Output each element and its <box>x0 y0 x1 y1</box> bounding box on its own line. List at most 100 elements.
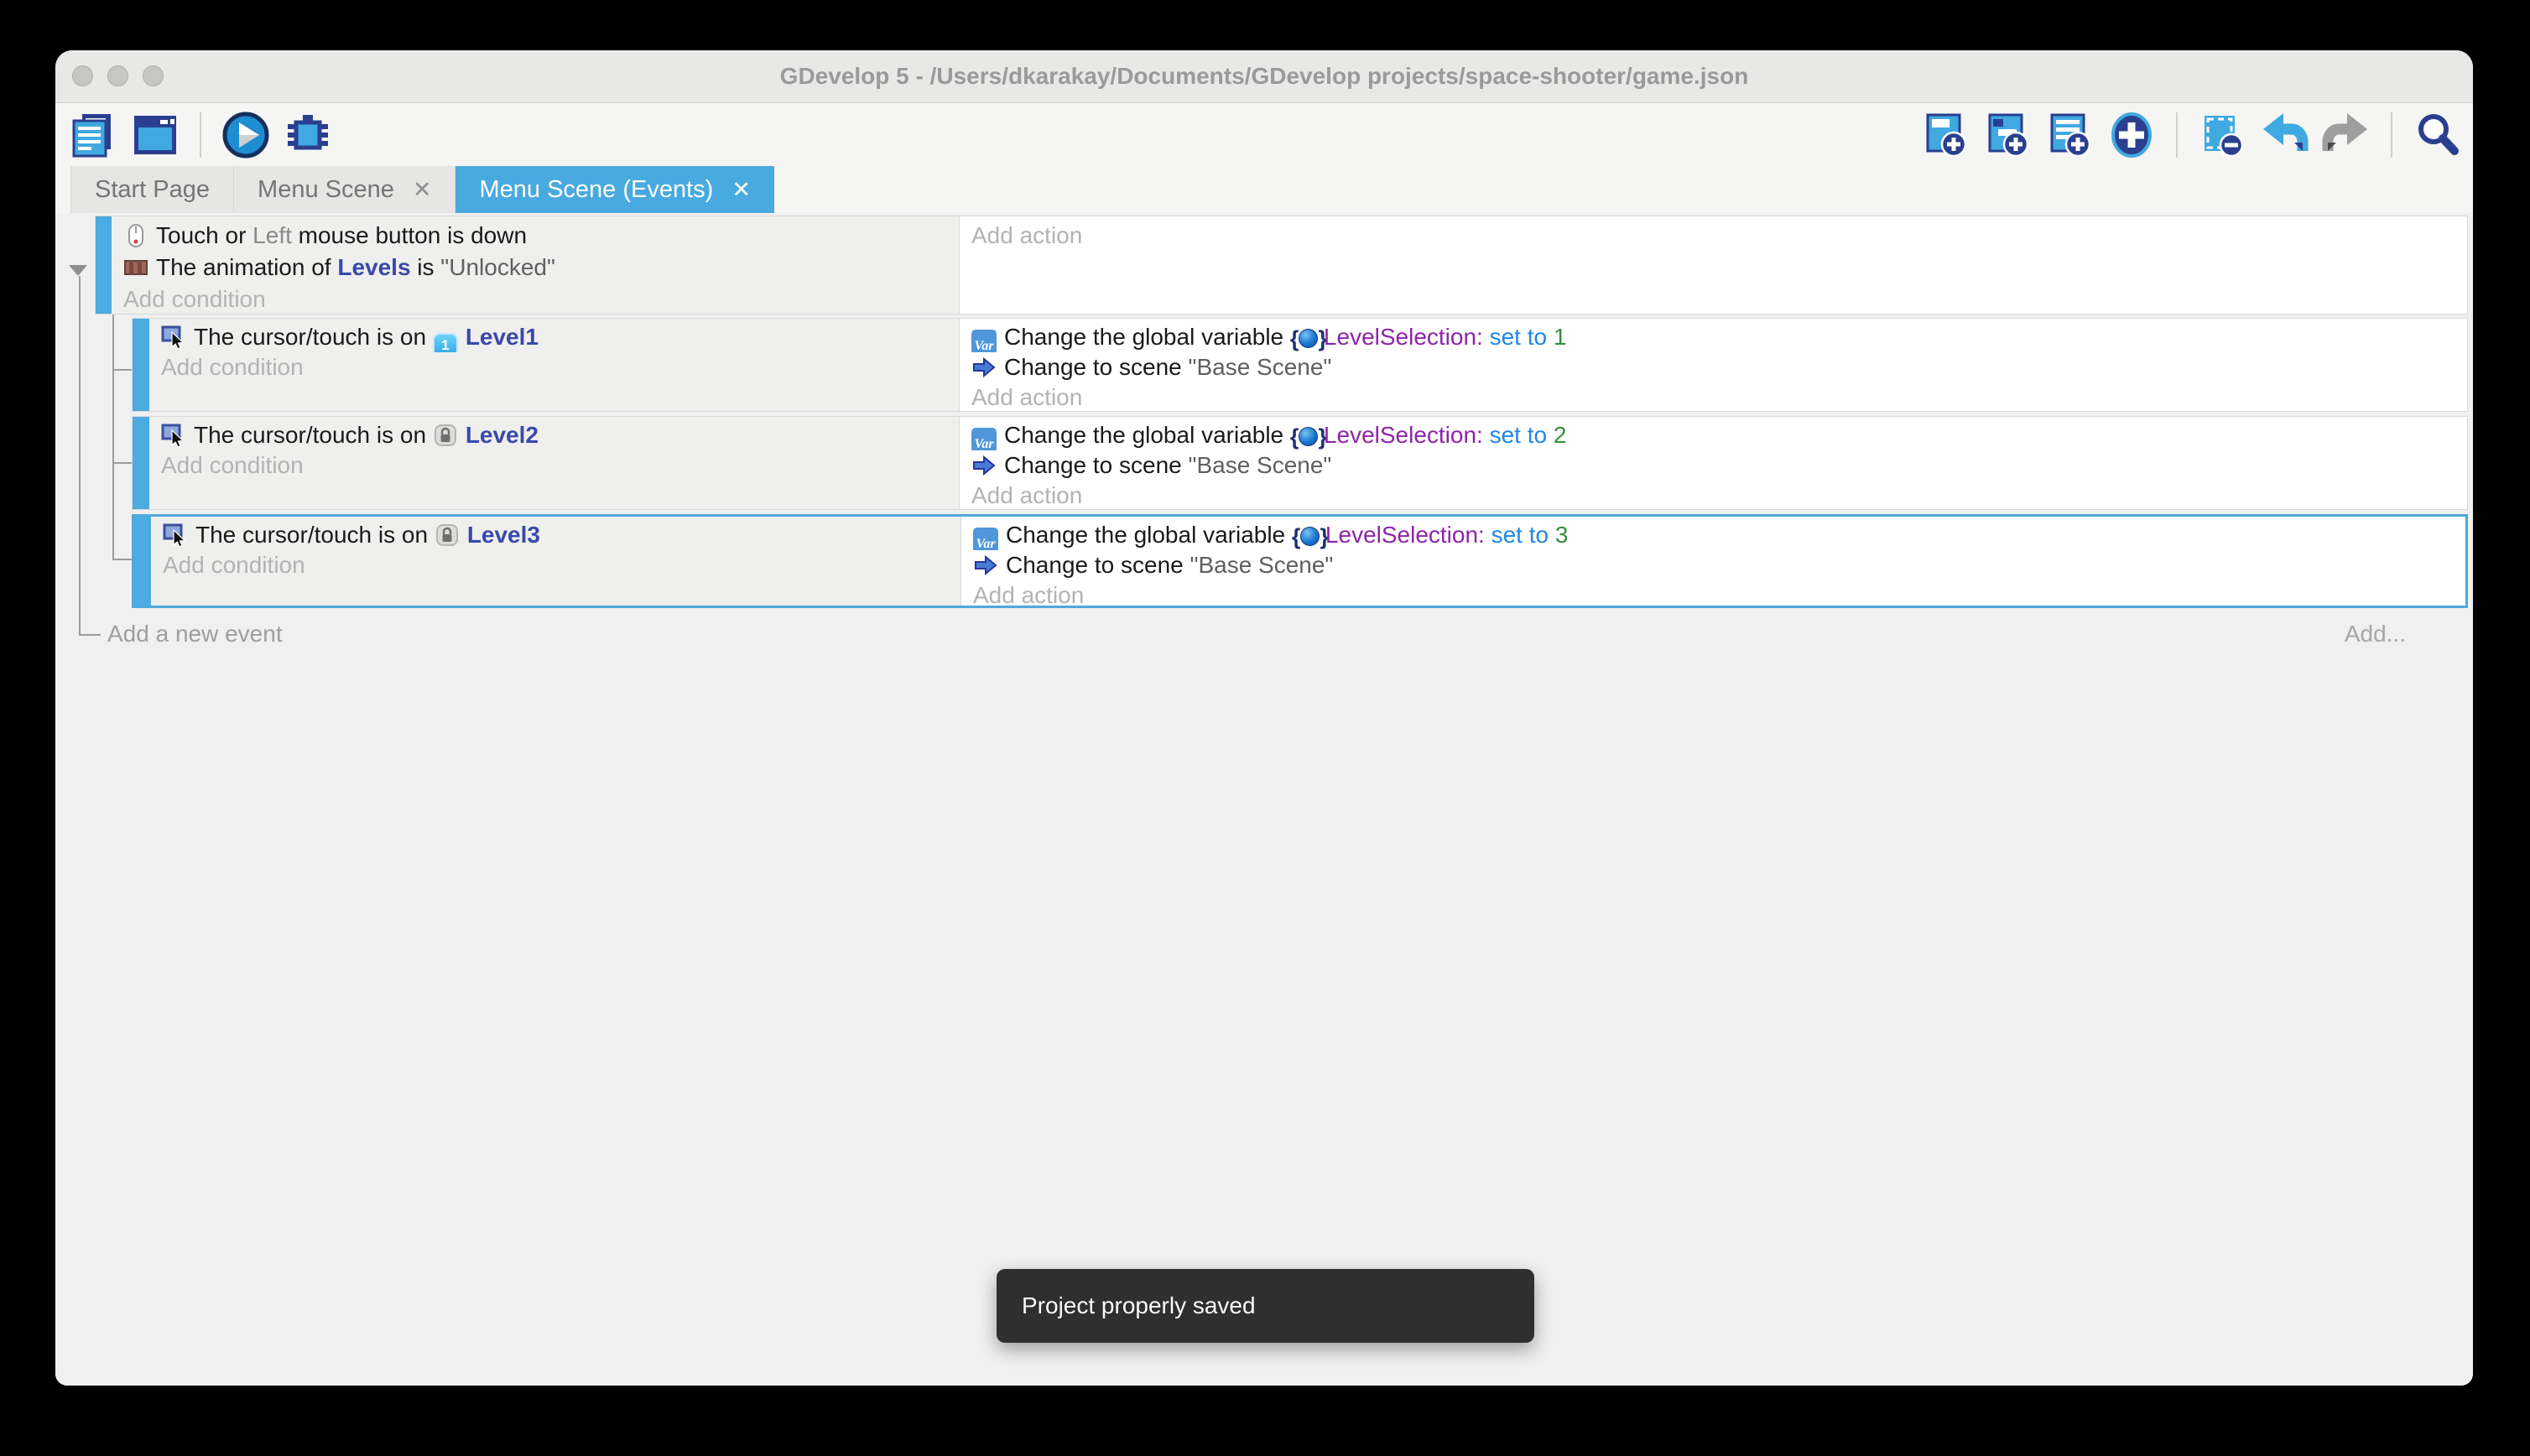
add-action-button[interactable]: Add action <box>971 481 2467 509</box>
actions-cell: VarChange the global variable {}LevelSel… <box>961 517 2465 606</box>
toast-message: Project properly saved <box>1022 1292 1256 1319</box>
redo-icon[interactable] <box>2322 111 2371 159</box>
global-variable-icon: {} <box>1290 324 1322 349</box>
tree-line <box>112 559 132 560</box>
tab-label: Start Page <box>95 176 210 204</box>
add-new-event-button[interactable]: Add a new event <box>107 621 283 647</box>
object-name: Levels <box>337 254 410 280</box>
value: 2 <box>1554 422 1567 448</box>
actions-cell: Add action <box>960 216 2467 314</box>
event-selection-bar[interactable] <box>133 319 149 411</box>
action-change-global-variable[interactable]: VarChange the global variable {}LevelSel… <box>971 420 2467 450</box>
delete-selection-icon[interactable] <box>2198 111 2246 159</box>
actions-cell: VarChange the global variable {}LevelSel… <box>960 319 2467 411</box>
add-subevent-icon[interactable] <box>1983 111 2032 159</box>
tab-start-page[interactable]: Start Page <box>70 166 234 213</box>
zoom-window-button[interactable] <box>143 65 164 86</box>
event-selection-bar[interactable] <box>133 417 149 509</box>
tab-menu-scene[interactable]: Menu Scene ✕ <box>234 166 456 213</box>
event-row-level3[interactable]: The cursor/touch is on Level3 Add condit… <box>132 514 2468 608</box>
string-value: "Base Scene" <box>1189 452 1332 478</box>
event-row-level1[interactable]: The cursor/touch is on 1 Level1 Add condi… <box>132 318 2468 412</box>
add-event-icon[interactable] <box>1921 111 1970 159</box>
change-scene-icon <box>971 355 997 380</box>
value: 3 <box>1555 522 1569 548</box>
condition-text: mouse button is down <box>292 222 527 248</box>
operator: set to <box>1490 422 1554 448</box>
condition-text: The animation of <box>156 254 337 280</box>
action-change-global-variable[interactable]: VarChange the global variable {}LevelSel… <box>971 322 2467 352</box>
condition-cursor-on[interactable]: The cursor/touch is on Level2 <box>161 420 959 450</box>
minimize-window-button[interactable] <box>107 65 128 86</box>
event-row-level2[interactable]: The cursor/touch is on Level2 Add condit… <box>132 416 2468 510</box>
add-action-button[interactable]: Add action <box>971 220 2467 252</box>
change-scene-icon <box>973 553 998 578</box>
event-row-parent[interactable]: Touch or Left mouse button is down The a… <box>95 216 2468 315</box>
change-scene-icon <box>971 453 997 478</box>
tree-line <box>79 276 81 636</box>
preview-play-icon[interactable] <box>221 111 270 159</box>
condition-param: Left <box>252 222 292 248</box>
variable-icon: Var <box>971 428 997 450</box>
add-action-button[interactable]: Add action <box>971 382 2467 411</box>
level-locked-icon <box>433 423 458 448</box>
action-change-global-variable[interactable]: VarChange the global variable {}LevelSel… <box>973 520 2465 550</box>
string-value: "Base Scene" <box>1189 354 1332 380</box>
action-change-scene[interactable]: Change to scene "Base Scene" <box>971 352 2467 382</box>
tree-line <box>79 634 101 636</box>
condition-text: The cursor/touch is on <box>194 324 433 350</box>
condition-mouse-down[interactable]: Touch or Left mouse button is down <box>123 220 959 252</box>
close-icon[interactable]: ✕ <box>413 177 432 203</box>
colon: : <box>1476 324 1490 350</box>
project-manager-icon[interactable] <box>69 111 117 159</box>
tabbar: Start Page Menu Scene ✕ Menu Scene (Event… <box>55 166 2473 213</box>
level-locked-icon <box>435 523 460 548</box>
action-text: Change the global variable <box>1006 522 1292 548</box>
cursor-icon <box>161 423 186 448</box>
action-text: Change to scene <box>1004 452 1189 478</box>
add-more-button[interactable]: Add... <box>2345 621 2406 647</box>
event-selection-bar[interactable] <box>96 216 112 314</box>
operator: set to <box>1491 522 1555 548</box>
action-change-scene[interactable]: Change to scene "Base Scene" <box>971 450 2467 481</box>
variable-name: LevelSelection <box>1324 324 1476 350</box>
undo-icon[interactable] <box>2260 111 2309 159</box>
conditions-cell: The cursor/touch is on Level3 Add condit… <box>151 517 961 606</box>
titlebar: GDevelop 5 - /Users/dkarakay/Documents/G… <box>55 50 2473 103</box>
condition-animation[interactable]: The animation of Levels is "Unlocked" <box>123 252 959 283</box>
variable-icon: Var <box>973 528 998 550</box>
action-text: Change to scene <box>1006 552 1190 578</box>
animation-icon <box>123 255 148 280</box>
scene-editor-icon[interactable] <box>131 111 180 159</box>
condition-cursor-on[interactable]: The cursor/touch is on 1 Level1 <box>161 322 959 352</box>
tab-menu-scene-events[interactable]: Menu Scene (Events) ✕ <box>456 166 773 213</box>
condition-cursor-on[interactable]: The cursor/touch is on Level3 <box>163 520 960 550</box>
tab-label: Menu Scene (Events) <box>479 176 713 204</box>
add-action-button[interactable]: Add action <box>973 580 2465 606</box>
level-unlocked-icon: 1 <box>433 333 458 352</box>
debugger-icon[interactable] <box>284 111 332 159</box>
add-condition-button[interactable]: Add condition <box>161 450 959 481</box>
variable-icon: Var <box>971 330 997 352</box>
conditions-cell: The cursor/touch is on 1 Level1 Add condi… <box>149 319 960 411</box>
close-icon[interactable]: ✕ <box>731 177 751 203</box>
mouse-icon <box>123 223 148 248</box>
window-title: GDevelop 5 - /Users/dkarakay/Documents/G… <box>780 63 1749 90</box>
add-condition-button[interactable]: Add condition <box>163 550 960 580</box>
add-comment-icon[interactable] <box>2045 111 2094 159</box>
tab-label: Menu Scene <box>258 176 394 204</box>
object-name: Level3 <box>467 522 540 548</box>
search-icon[interactable] <box>2413 111 2461 159</box>
event-selection-bar[interactable] <box>134 517 151 606</box>
add-condition-button[interactable]: Add condition <box>161 352 959 382</box>
object-name: Level1 <box>466 324 539 350</box>
global-variable-icon: {} <box>1290 422 1322 447</box>
close-window-button[interactable] <box>72 65 93 86</box>
collapse-triangle-icon[interactable] <box>69 265 87 276</box>
operator: set to <box>1490 324 1554 350</box>
condition-text: The cursor/touch is on <box>195 522 435 548</box>
add-more-icon[interactable] <box>2107 111 2156 159</box>
add-condition-button[interactable]: Add condition <box>123 283 959 314</box>
action-change-scene[interactable]: Change to scene "Base Scene" <box>973 550 2465 580</box>
toolbar-separator <box>2176 112 2178 158</box>
